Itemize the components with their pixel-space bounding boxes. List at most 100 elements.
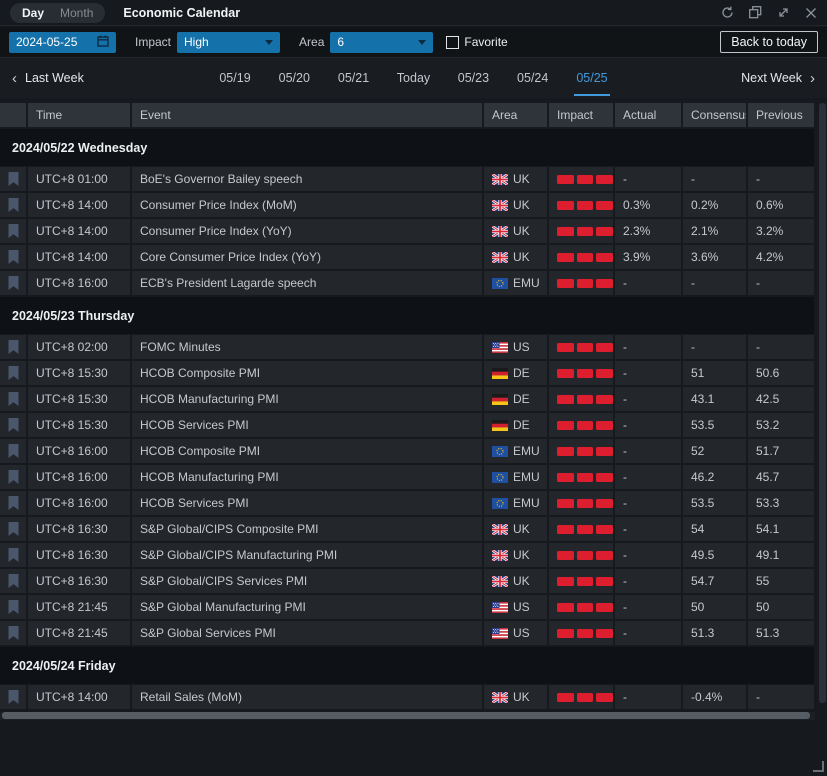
column-header-impact: Impact (549, 103, 613, 127)
table-row[interactable]: UTC+8 16:00ECB's President Lagarde speec… (0, 271, 814, 295)
table-row[interactable]: UTC+8 15:30HCOB Manufacturing PMIDE-43.1… (0, 387, 814, 411)
impact-bar-icon (577, 693, 594, 702)
bookmark-icon[interactable] (0, 517, 26, 541)
table-row[interactable]: UTC+8 16:00HCOB Services PMIEMU-53.553.3 (0, 491, 814, 515)
area-cell: US (484, 335, 547, 359)
refresh-icon[interactable] (721, 6, 734, 19)
us-flag-icon (492, 628, 508, 639)
week-day-tab[interactable]: Today (393, 60, 434, 96)
table-row[interactable]: UTC+8 15:30HCOB Composite PMIDE-5150.6 (0, 361, 814, 385)
table-row[interactable]: UTC+8 14:00Consumer Price Index (YoY)UK2… (0, 219, 814, 243)
actual-value: - (615, 543, 681, 567)
impact-bar-icon (596, 343, 613, 352)
table-row[interactable]: UTC+8 14:00Consumer Price Index (MoM)UK0… (0, 193, 814, 217)
table-row[interactable]: UTC+8 21:45S&P Global Manufacturing PMIU… (0, 595, 814, 619)
table-row[interactable]: UTC+8 16:00HCOB Composite PMIEMU-5251.7 (0, 439, 814, 463)
event-name: S&P Global/CIPS Composite PMI (132, 517, 482, 541)
impact-select[interactable]: High (177, 32, 280, 53)
bookmark-icon[interactable] (0, 361, 26, 385)
actual-value: - (615, 569, 681, 593)
bookmark-icon[interactable] (0, 465, 26, 489)
actual-value: - (615, 595, 681, 619)
area-code: US (513, 600, 530, 614)
impact-bar-icon (557, 551, 574, 560)
week-day-tab[interactable]: 05/19 (215, 60, 255, 96)
week-day-tab[interactable]: 05/24 (513, 60, 553, 96)
impact-bar-icon (577, 253, 594, 262)
table-row[interactable]: UTC+8 14:00Core Consumer Price Index (Yo… (0, 245, 814, 269)
table-row[interactable]: UTC+8 21:45S&P Global Services PMIUS-51.… (0, 621, 814, 645)
impact-level-indicator (549, 245, 613, 269)
table-row[interactable]: UTC+8 16:00HCOB Manufacturing PMIEMU-46.… (0, 465, 814, 489)
week-day-tab[interactable]: 05/21 (334, 60, 374, 96)
impact-level-indicator (549, 361, 613, 385)
area-select[interactable]: 6 (330, 32, 433, 53)
event-time: UTC+8 16:00 (28, 491, 130, 515)
table-row[interactable]: UTC+8 16:30S&P Global/CIPS Composite PMI… (0, 517, 814, 541)
horizontal-scrollbar[interactable] (2, 712, 810, 719)
last-week-button[interactable]: ‹ Last Week (12, 71, 84, 86)
bookmark-icon[interactable] (0, 621, 26, 645)
week-day-tab[interactable]: 05/23 (453, 60, 493, 96)
uk-flag-icon (492, 252, 508, 263)
view-mode-toggle: Day Month (10, 3, 105, 23)
event-time: UTC+8 14:00 (28, 685, 130, 709)
date-group-header: 2024/05/22 Wednesday (0, 129, 814, 166)
table-row[interactable]: UTC+8 16:30S&P Global/CIPS Manufacturing… (0, 543, 814, 567)
tab-month[interactable]: Month (52, 6, 101, 20)
emu-flag-icon (492, 472, 508, 483)
restore-icon[interactable] (749, 6, 762, 19)
bookmark-icon[interactable] (0, 413, 26, 437)
column-header-consensus: Consensus (683, 103, 746, 127)
bookmark-icon[interactable] (0, 335, 26, 359)
vertical-scrollbar[interactable] (819, 103, 826, 703)
date-picker-input[interactable]: 2024-05-25 (9, 32, 116, 53)
bookmark-icon[interactable] (0, 685, 26, 709)
bookmark-icon[interactable] (0, 439, 26, 463)
bookmark-icon[interactable] (0, 387, 26, 411)
impact-bar-icon (577, 421, 594, 430)
favorite-checkbox[interactable] (446, 36, 459, 49)
bookmark-icon[interactable] (0, 245, 26, 269)
event-name: S&P Global Manufacturing PMI (132, 595, 482, 619)
table-row[interactable]: UTC+8 02:00FOMC MinutesUS--- (0, 335, 814, 359)
filter-bar: 2024-05-25 Impact High Area 6 Favorite B… (0, 27, 827, 58)
week-day-tab[interactable]: 05/25 (572, 60, 612, 96)
table-row[interactable]: UTC+8 15:30HCOB Services PMIDE-53.553.2 (0, 413, 814, 437)
us-flag-icon (492, 602, 508, 613)
column-header-area: Area (484, 103, 547, 127)
event-time: UTC+8 14:00 (28, 219, 130, 243)
bookmark-icon[interactable] (0, 595, 26, 619)
area-cell: EMU (484, 491, 547, 515)
bookmark-icon[interactable] (0, 193, 26, 217)
bookmark-icon[interactable] (0, 543, 26, 567)
event-name: S&P Global/CIPS Services PMI (132, 569, 482, 593)
resize-handle[interactable] (813, 761, 824, 772)
emu-flag-icon (492, 498, 508, 509)
back-to-today-button[interactable]: Back to today (720, 31, 818, 53)
title-bar: Day Month Economic Calendar (0, 0, 827, 26)
tab-day[interactable]: Day (14, 6, 52, 20)
table-row[interactable]: UTC+8 01:00BoE's Governor Bailey speechU… (0, 167, 814, 191)
bookmark-icon[interactable] (0, 491, 26, 515)
impact-bar-icon (596, 525, 613, 534)
bookmark-icon[interactable] (0, 271, 26, 295)
impact-bar-icon (596, 629, 613, 638)
previous-value: 4.2% (748, 245, 814, 269)
column-header-time: Time (28, 103, 130, 127)
close-icon[interactable] (805, 7, 817, 19)
impact-level-indicator (549, 569, 613, 593)
bookmark-icon[interactable] (0, 167, 26, 191)
week-day-tab[interactable]: 05/20 (274, 60, 314, 96)
table-row[interactable]: UTC+8 14:00Retail Sales (MoM)UK--0.4%- (0, 685, 814, 709)
next-week-button[interactable]: Next Week › (741, 71, 815, 86)
impact-level-indicator (549, 491, 613, 515)
bookmark-icon[interactable] (0, 569, 26, 593)
event-name: BoE's Governor Bailey speech (132, 167, 482, 191)
event-time: UTC+8 14:00 (28, 245, 130, 269)
event-time: UTC+8 16:00 (28, 465, 130, 489)
bookmark-icon[interactable] (0, 219, 26, 243)
table-row[interactable]: UTC+8 16:30S&P Global/CIPS Services PMIU… (0, 569, 814, 593)
expand-icon[interactable] (777, 6, 790, 19)
column-header-actual: Actual (615, 103, 681, 127)
